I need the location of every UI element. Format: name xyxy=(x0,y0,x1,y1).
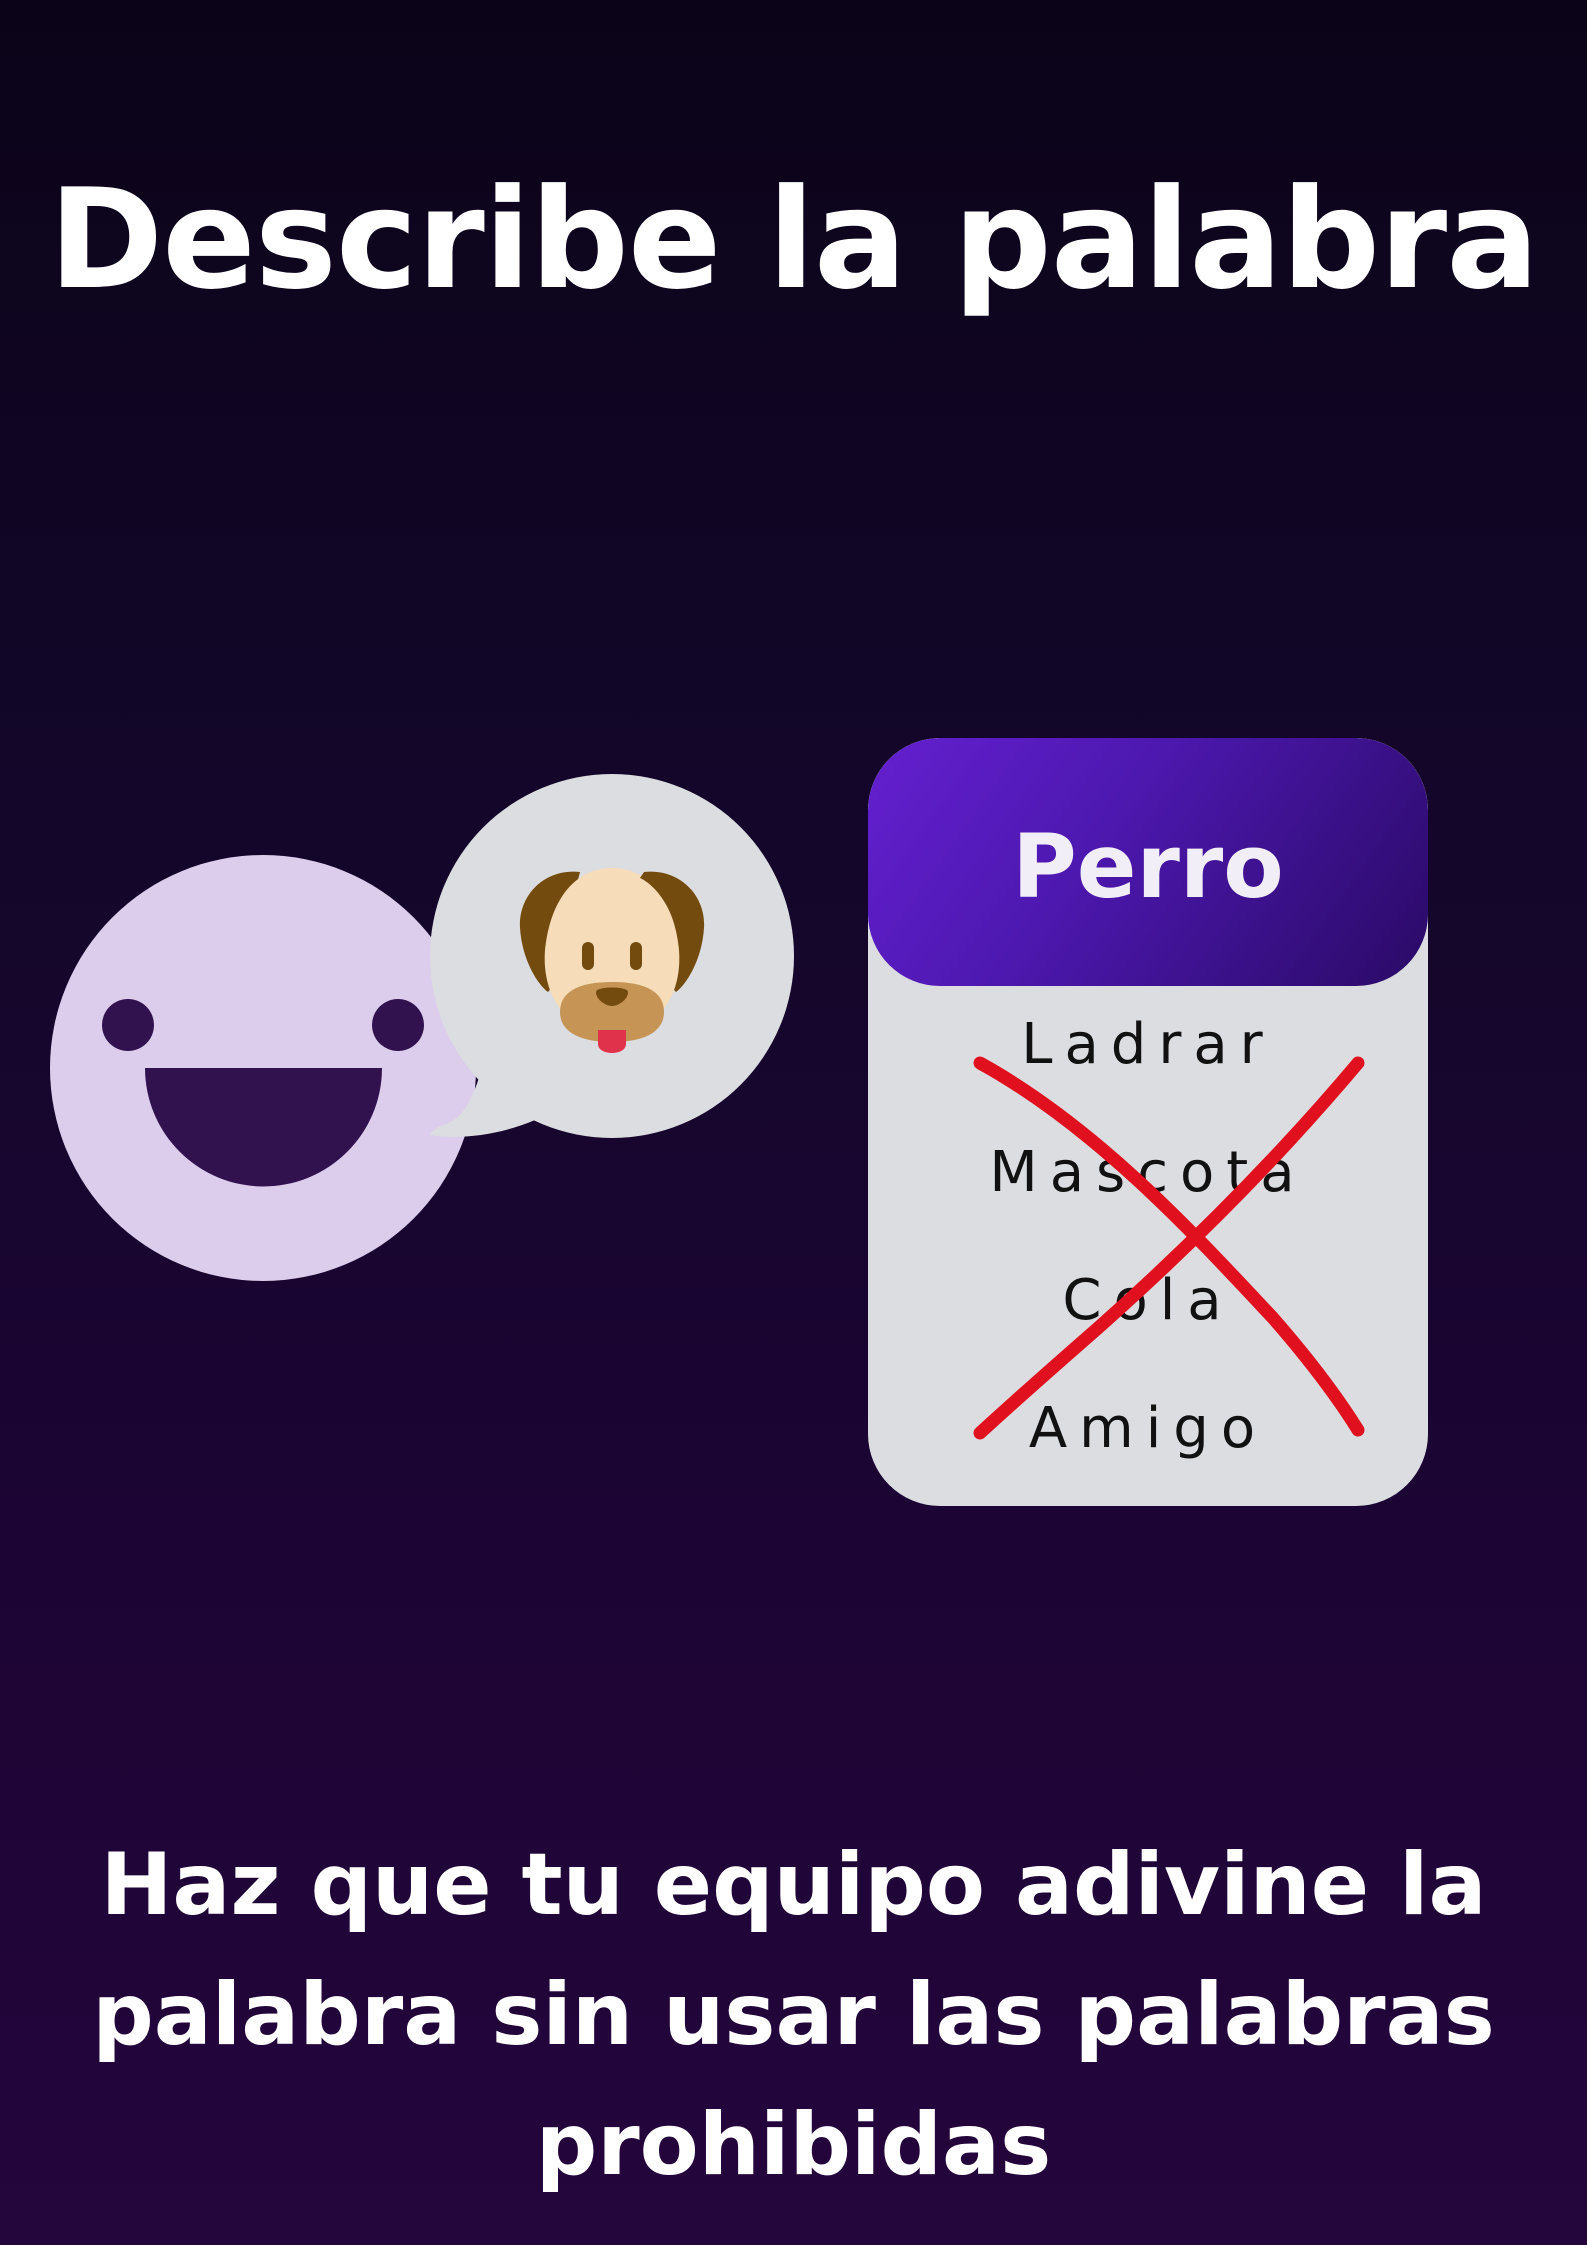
instruction-text: Haz que tu equipo adivine la palabra sin… xyxy=(92,1835,1495,2195)
forbidden-words-list: Ladrar Mascota Cola Amigo xyxy=(868,986,1428,1506)
forbidden-word: Ladrar xyxy=(1021,1012,1275,1077)
smiling-face-icon xyxy=(50,855,476,1281)
forbidden-word: Cola xyxy=(1062,1268,1234,1333)
game-card-page: Describe la palabra Perro Ladrar Mascota… xyxy=(0,0,1587,2245)
target-word: Perro xyxy=(1012,815,1284,918)
forbidden-word: Mascota xyxy=(989,1140,1307,1205)
forbidden-word: Amigo xyxy=(1028,1396,1268,1461)
word-card: Perro Ladrar Mascota Cola Amigo xyxy=(868,738,1428,1506)
card-header: Perro xyxy=(868,738,1428,986)
